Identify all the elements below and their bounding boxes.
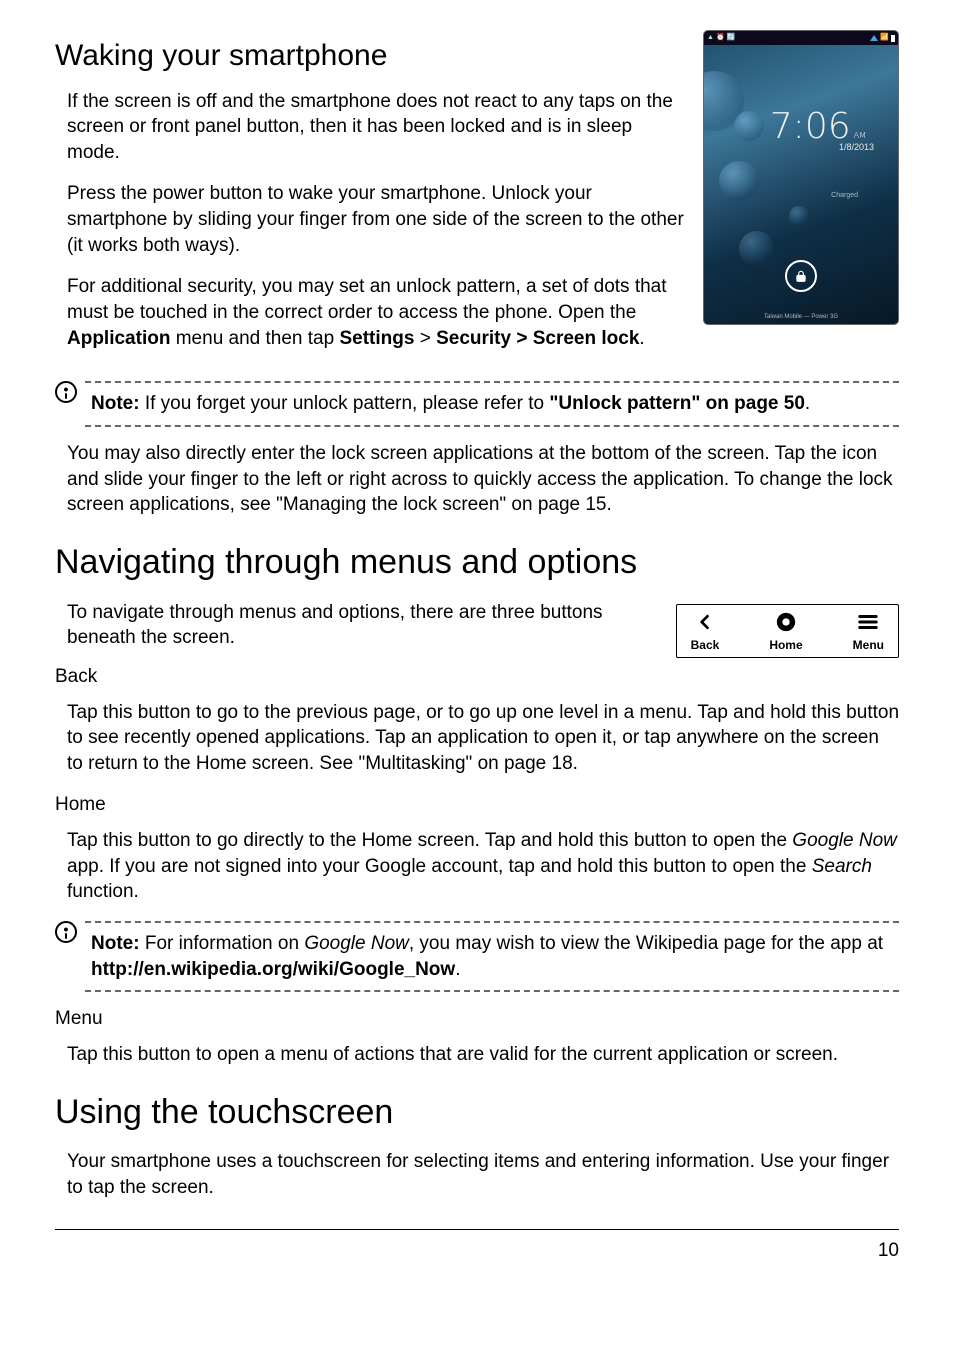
phone-statusbar: ▲ ⏰ 🔄 📶: [704, 31, 898, 45]
paragraph: Tap this button to open a menu of action…: [67, 1042, 899, 1068]
note-icon: •: [55, 921, 77, 943]
back-icon: [692, 611, 718, 633]
paragraph: You may also directly enter the lock scr…: [67, 441, 899, 518]
heading-navigating: Navigating through menus and options: [55, 540, 899, 586]
subheading-home: Home: [55, 792, 899, 818]
note-label: Note:: [91, 933, 140, 954]
home-icon: [773, 611, 799, 633]
back-button-diagram: Back: [691, 611, 720, 653]
paragraph: For additional security, you may set an …: [67, 274, 685, 351]
lock-icon: [785, 260, 817, 292]
sync-icon: 🔄: [727, 33, 736, 42]
wifi-icon: [870, 35, 878, 41]
page-number: 10: [878, 1240, 899, 1261]
heading-touchscreen: Using the touchscreen: [55, 1090, 899, 1136]
paragraph: Tap this button to go to the previous pa…: [67, 700, 899, 777]
note-text: For information on: [140, 933, 305, 954]
menu-icon: [855, 611, 881, 633]
subheading-back: Back: [55, 664, 899, 690]
signal-icon: ▲: [707, 33, 714, 42]
paragraph: Your smartphone uses a touchscreen for s…: [67, 1149, 899, 1200]
phone-lockscreen-image: ▲ ⏰ 🔄 📶 7:06AM 1/8/2013 Charged Taiwan M…: [703, 30, 899, 325]
menu-button-diagram: Menu: [853, 611, 884, 653]
phone-carrier: Taiwan Mobile — Power 3G: [704, 313, 898, 321]
signal-bars-icon: 📶: [880, 33, 889, 42]
alarm-icon: ⏰: [716, 33, 725, 42]
nav-buttons-diagram: Back Home Menu: [676, 604, 899, 658]
home-button-diagram: Home: [769, 611, 802, 653]
paragraph: Tap this button to go directly to the Ho…: [67, 828, 899, 905]
note-label: Note:: [91, 393, 140, 414]
paragraph: Press the power button to wake your smar…: [67, 181, 685, 258]
heading-waking: Waking your smartphone: [55, 36, 685, 77]
note-icon: •: [55, 381, 77, 403]
phone-date: 1/8/2013: [839, 141, 874, 153]
note-callout: • Note: For information on Google Now, y…: [55, 921, 899, 992]
note-text: If you forget your unlock pattern, pleas…: [140, 393, 550, 414]
note-callout: • Note: If you forget your unlock patter…: [55, 381, 899, 427]
subheading-menu: Menu: [55, 1006, 899, 1032]
paragraph: To navigate through menus and options, t…: [67, 600, 664, 651]
paragraph: If the screen is off and the smartphone …: [67, 89, 685, 166]
phone-charged-label: Charged: [831, 191, 858, 200]
note-link: "Unlock pattern" on page 50: [549, 393, 805, 414]
battery-icon: [891, 35, 895, 42]
note-url: http://en.wikipedia.org/wiki/Google_Now: [91, 959, 455, 980]
